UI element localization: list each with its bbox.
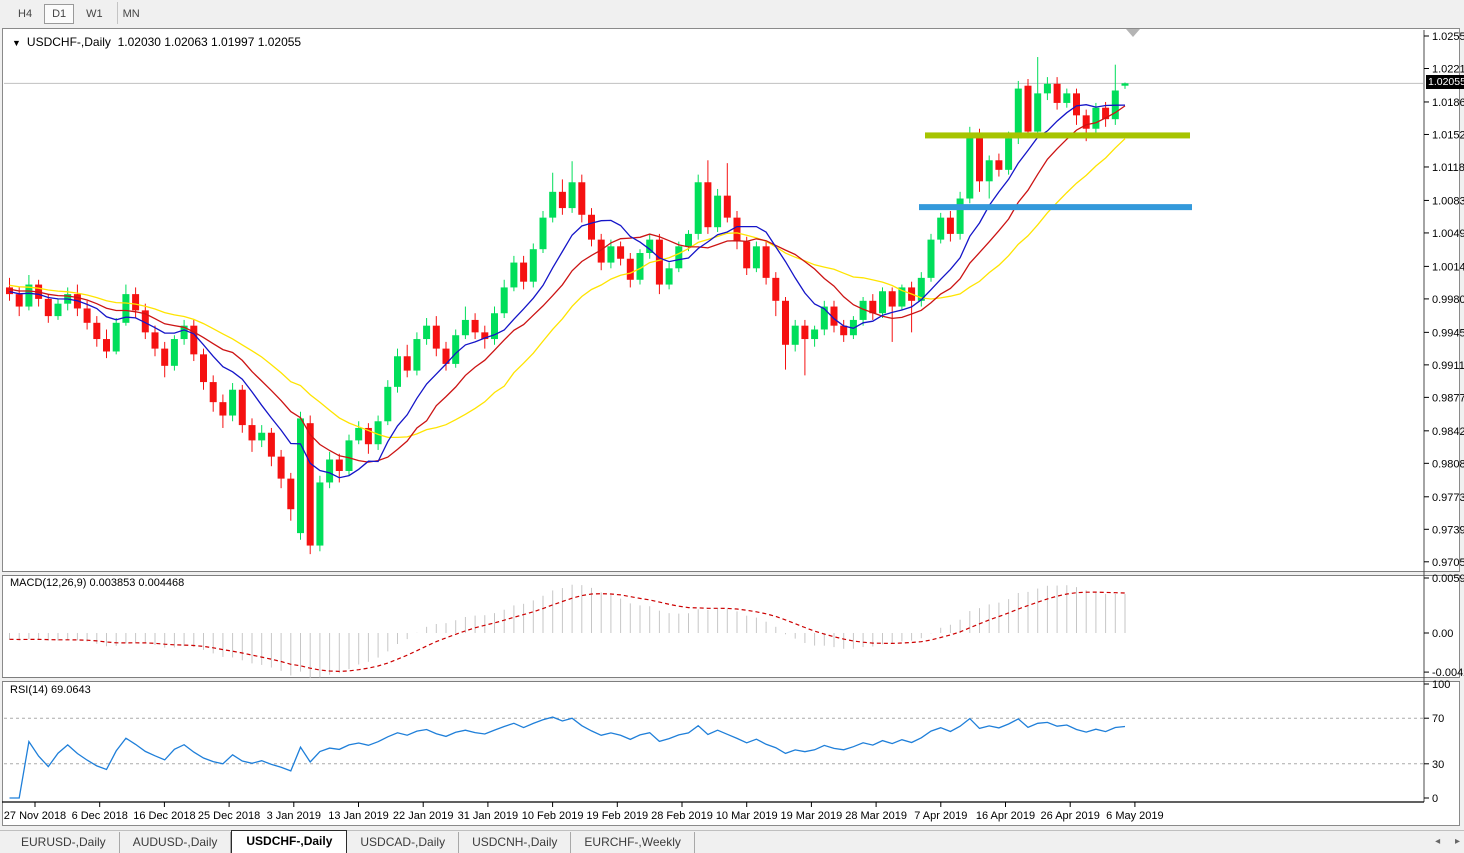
time-axis: 27 Nov 2018 6 Dec 2018 16 Dec 2018 25 Dec 2… [2, 801, 1424, 822]
svg-text:1.02210: 1.02210 [1432, 64, 1464, 76]
tab-scroll-arrows: ◂ ▸ [1423, 836, 1460, 847]
svg-text:10 Mar 2019: 10 Mar 2019 [716, 810, 778, 822]
tab-audusd-daily[interactable]: AUDUSD-,Daily [120, 832, 232, 853]
macd-signal-line [9, 591, 1126, 673]
horizontal-ray[interactable] [925, 132, 1190, 139]
svg-text:0.00: 0.00 [1432, 628, 1453, 640]
svg-text:30: 30 [1432, 759, 1444, 771]
rsi-levels [4, 717, 1423, 765]
tab-usdcad-daily[interactable]: USDCAD-,Daily [347, 832, 460, 853]
svg-text:7 Apr 2019: 7 Apr 2019 [914, 810, 967, 822]
svg-text:0.98080: 0.98080 [1432, 458, 1464, 470]
tab-scroll-left-icon[interactable]: ◂ [1435, 836, 1440, 847]
svg-text:0.99110: 0.99110 [1432, 360, 1464, 372]
tab-scroll-right-icon[interactable]: ▸ [1455, 836, 1460, 847]
scroll-to-end-marker[interactable] [1126, 29, 1140, 37]
svg-text:25 Dec 2018: 25 Dec 2018 [198, 810, 260, 822]
svg-text:0.97730: 0.97730 [1432, 492, 1464, 504]
svg-text:1.00830: 1.00830 [1432, 195, 1464, 207]
symbol-dropdown-icon[interactable]: ▼ [12, 38, 21, 48]
rsi-axis: 100 70 30 0 [1424, 679, 1450, 805]
svg-text:1.02550: 1.02550 [1432, 31, 1464, 43]
macd-axis: 0.00597 0.00 -0.004243 [1424, 573, 1464, 679]
svg-text:27 Nov 2018: 27 Nov 2018 [4, 810, 66, 822]
chart-canvas[interactable]: 1.02550 1.02210 1.01860 1.01520 1.01180 1.008… [0, 0, 1464, 853]
svg-text:1.00140: 1.00140 [1432, 261, 1464, 273]
svg-text:28 Mar 2019: 28 Mar 2019 [845, 810, 907, 822]
svg-text:3 Jan 2019: 3 Jan 2019 [267, 810, 321, 822]
macd-histogram [9, 584, 1126, 678]
svg-text:31 Jan 2019: 31 Jan 2019 [458, 810, 519, 822]
svg-text:6 May 2019: 6 May 2019 [1106, 810, 1163, 822]
symbol-name: USDCHF-,Daily [26, 35, 111, 49]
svg-text:0.99450: 0.99450 [1432, 327, 1464, 339]
tab-eurchf-weekly[interactable]: EURCHF-,Weekly [571, 832, 695, 853]
svg-text:22 Jan 2019: 22 Jan 2019 [393, 810, 454, 822]
svg-text:100: 100 [1432, 679, 1450, 691]
moving-averages [9, 104, 1126, 479]
svg-text:26 Apr 2019: 26 Apr 2019 [1041, 810, 1100, 822]
svg-text:28 Feb 2019: 28 Feb 2019 [651, 810, 713, 822]
ohlc-readout: 1.02030 1.02063 1.01997 1.02055 [117, 35, 302, 49]
svg-text:-0.004243: -0.004243 [1432, 667, 1464, 679]
tab-usdchf-daily[interactable]: USDCHF-,Daily [231, 830, 348, 853]
svg-text:16 Apr 2019: 16 Apr 2019 [976, 810, 1035, 822]
svg-text:0.99800: 0.99800 [1432, 294, 1464, 306]
svg-text:0: 0 [1432, 793, 1438, 805]
macd-label: MACD(12,26,9) 0.003853 0.004468 [10, 577, 185, 589]
svg-text:0.98770: 0.98770 [1432, 392, 1464, 404]
svg-text:0.00597: 0.00597 [1432, 573, 1464, 585]
svg-text:19 Mar 2019: 19 Mar 2019 [781, 810, 843, 822]
tab-usdcnh-daily[interactable]: USDCNH-,Daily [459, 832, 572, 853]
svg-text:19 Feb 2019: 19 Feb 2019 [586, 810, 648, 822]
chart-title: ▼ USDCHF-,Daily 1.02030 1.02063 1.01997 1… [12, 35, 301, 49]
horizontal-ray[interactable] [919, 204, 1192, 211]
tab-eurusd-daily[interactable]: EURUSD-,Daily [8, 832, 120, 853]
svg-text:1.01520: 1.01520 [1432, 129, 1464, 141]
svg-text:70: 70 [1432, 713, 1444, 725]
rsi-line [9, 716, 1126, 799]
svg-text:0.97390: 0.97390 [1432, 524, 1464, 536]
chart-tab-bar: EURUSD-,Daily AUDUSD-,Daily USDCHF-,Dail… [0, 830, 1464, 853]
svg-text:1.01860: 1.01860 [1432, 97, 1464, 109]
svg-text:1.00490: 1.00490 [1432, 228, 1464, 240]
svg-text:6 Dec 2018: 6 Dec 2018 [72, 810, 128, 822]
rsi-label: RSI(14) 69.0643 [10, 684, 91, 696]
svg-text:10 Feb 2019: 10 Feb 2019 [522, 810, 584, 822]
svg-text:0.98420: 0.98420 [1432, 426, 1464, 438]
candles [6, 57, 1129, 555]
svg-text:1.01180: 1.01180 [1432, 162, 1464, 174]
svg-text:13 Jan 2019: 13 Jan 2019 [328, 810, 389, 822]
svg-text:16 Dec 2018: 16 Dec 2018 [133, 810, 195, 822]
current-price-label: 1.02055 [1426, 75, 1464, 90]
pane-separators [2, 571, 1460, 682]
svg-text:0.97050: 0.97050 [1432, 557, 1464, 569]
